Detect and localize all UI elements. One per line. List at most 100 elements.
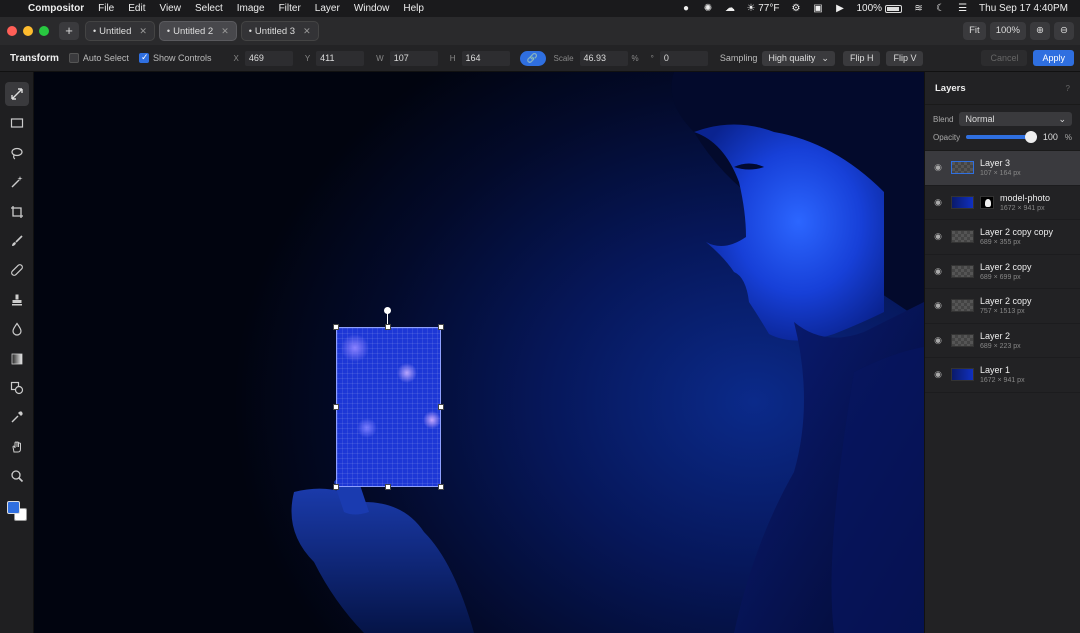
color-swatches[interactable] xyxy=(4,499,30,525)
menu-edit[interactable]: Edit xyxy=(128,3,145,14)
tab-untitled[interactable]: • Untitled ✕ xyxy=(85,21,155,41)
layer-row-layer-2[interactable]: ◉ Layer 2 689 × 223 px xyxy=(925,324,1080,358)
hand-tool-icon[interactable] xyxy=(5,435,29,459)
fit-button[interactable]: Fit xyxy=(963,22,986,40)
apply-button[interactable]: Apply xyxy=(1033,50,1074,66)
handle-bottom-right[interactable] xyxy=(438,484,444,490)
handle-middle-right[interactable] xyxy=(438,404,444,410)
menu-help[interactable]: Help xyxy=(403,3,424,14)
eye-visibility-icon[interactable]: ◉ xyxy=(931,266,945,277)
stamp-tool-icon[interactable] xyxy=(5,288,29,312)
shape-tool-icon[interactable] xyxy=(5,376,29,400)
tab-untitled-3[interactable]: • Untitled 3 ✕ xyxy=(240,21,319,41)
eye-visibility-icon[interactable]: ◉ xyxy=(931,369,945,380)
layer-size: 689 × 699 px xyxy=(980,273,1021,281)
cancel-button[interactable]: Cancel xyxy=(981,50,1028,66)
close-window-button[interactable] xyxy=(7,26,17,36)
menu-image[interactable]: Image xyxy=(237,3,265,14)
zoom-tool-icon[interactable] xyxy=(5,464,29,488)
app-name-menu[interactable]: Compositor xyxy=(28,3,84,14)
opacity-slider-knob[interactable] xyxy=(1024,131,1037,143)
layer-row-layer-1[interactable]: ◉ Layer 1 1672 × 941 px xyxy=(925,358,1080,393)
auto-select-checkbox[interactable]: Auto Select xyxy=(68,53,129,63)
panel-help-icon[interactable]: ? xyxy=(1066,84,1070,93)
control-center-icon[interactable]: ☰ xyxy=(957,3,968,14)
zoom-out-icon[interactable]: ⊖ xyxy=(1054,22,1074,40)
handle-top-right[interactable] xyxy=(438,324,444,330)
layer-row-layer-2-copy-a[interactable]: ◉ Layer 2 copy 689 × 699 px xyxy=(925,255,1080,289)
menu-select[interactable]: Select xyxy=(195,3,223,14)
rotation-input[interactable]: 0 xyxy=(659,50,708,66)
handle-top-center[interactable] xyxy=(385,324,391,330)
cloud-icon[interactable]: ☁ xyxy=(724,3,735,14)
blend-mode-dropdown[interactable]: Normal ⌄ xyxy=(959,112,1072,126)
brush-tool-icon[interactable] xyxy=(5,229,29,253)
layer-row-layer-2-copy-b[interactable]: ◉ Layer 2 copy 757 × 1513 px xyxy=(925,289,1080,324)
battery-status[interactable]: 100% xyxy=(856,3,903,14)
weather-status[interactable]: ☀ 77°F xyxy=(746,3,779,14)
blur-drop-tool-icon[interactable] xyxy=(5,317,29,341)
play-icon[interactable]: ▶ xyxy=(834,3,845,14)
flip-h-button[interactable]: Flip H xyxy=(842,50,881,66)
gradient-tool-icon[interactable] xyxy=(5,347,29,371)
menu-window[interactable]: Window xyxy=(354,3,390,14)
h-input[interactable]: 164 xyxy=(461,50,510,66)
menu-filter[interactable]: Filter xyxy=(279,3,301,14)
eye-visibility-icon[interactable]: ◉ xyxy=(931,300,945,311)
crop-tool-icon[interactable] xyxy=(5,200,29,224)
flip-v-button[interactable]: Flip V xyxy=(886,50,924,66)
transform-layer-3[interactable] xyxy=(336,327,441,487)
transform-tool-icon[interactable] xyxy=(4,82,29,106)
minimize-window-button[interactable] xyxy=(23,26,33,36)
w-input[interactable]: 107 xyxy=(389,50,438,66)
rotation-handle[interactable] xyxy=(384,307,391,314)
tab-untitled-2[interactable]: • Untitled 2 ✕ xyxy=(158,21,237,41)
link-proportions-icon[interactable]: 🔗 xyxy=(519,50,546,66)
handle-bottom-center[interactable] xyxy=(385,484,391,490)
menu-layer[interactable]: Layer xyxy=(315,3,340,14)
y-input[interactable]: 411 xyxy=(316,50,365,66)
zoom-level[interactable]: 100% xyxy=(989,22,1026,40)
show-controls-checkbox[interactable]: Show Controls xyxy=(138,52,211,63)
layer-row-layer-3[interactable]: ◉ Layer 3 107 × 164 px xyxy=(925,151,1080,186)
layer-size: 1672 × 941 px xyxy=(980,377,1025,385)
magic-wand-tool-icon[interactable] xyxy=(5,170,29,194)
sampling-dropdown[interactable]: High quality ⌄ xyxy=(762,50,835,66)
opacity-value[interactable]: 100 xyxy=(1043,132,1065,142)
eye-visibility-icon[interactable]: ◉ xyxy=(931,231,945,242)
menu-view[interactable]: View xyxy=(159,3,181,14)
settings-icon[interactable]: ⚙ xyxy=(790,3,801,14)
eye-visibility-icon[interactable]: ◉ xyxy=(931,335,945,346)
opacity-slider[interactable] xyxy=(966,131,1037,143)
foreground-color-swatch[interactable] xyxy=(6,501,20,515)
layer-row-model-photo[interactable]: ◉ model-photo 1672 × 941 px xyxy=(925,186,1080,220)
record-icon[interactable]: ● xyxy=(680,3,691,14)
menu-file[interactable]: File xyxy=(98,3,114,14)
focus-moon-icon[interactable]: ☾ xyxy=(935,3,946,14)
zoom-window-button[interactable] xyxy=(39,26,49,36)
zoom-in-icon[interactable]: ⊕ xyxy=(1030,22,1050,40)
wifi-icon[interactable]: ≋ xyxy=(913,3,924,14)
eye-visibility-icon[interactable]: ◉ xyxy=(931,162,945,173)
close-tab-icon[interactable]: ✕ xyxy=(221,26,229,37)
display-icon[interactable]: ▣ xyxy=(812,3,823,14)
marquee-tool-icon[interactable] xyxy=(5,111,29,135)
layer-row-layer-2-copy-copy[interactable]: ◉ Layer 2 copy copy 689 × 355 px xyxy=(925,220,1080,255)
y-field-group: Y 411 xyxy=(305,50,365,66)
close-tab-icon[interactable]: ✕ xyxy=(303,26,311,37)
layer-mask-thumbnail[interactable] xyxy=(980,195,994,209)
close-tab-icon[interactable]: ✕ xyxy=(139,26,147,37)
eye-visibility-icon[interactable]: ◉ xyxy=(931,197,945,208)
x-input[interactable]: 469 xyxy=(244,50,293,66)
handle-bottom-left[interactable] xyxy=(333,484,339,490)
new-tab-button[interactable]: + xyxy=(59,22,79,40)
lasso-tool-icon[interactable] xyxy=(5,141,29,165)
scale-input[interactable]: 46.93 xyxy=(579,50,628,66)
handle-top-left[interactable] xyxy=(333,324,339,330)
canvas[interactable] xyxy=(34,72,924,633)
eyedropper-tool-icon[interactable] xyxy=(5,405,29,429)
healing-tool-icon[interactable] xyxy=(5,258,29,282)
handle-middle-left[interactable] xyxy=(333,404,339,410)
clock[interactable]: Thu Sep 17 4:40PM xyxy=(979,3,1068,14)
brightness-icon[interactable]: ✺ xyxy=(702,3,713,14)
